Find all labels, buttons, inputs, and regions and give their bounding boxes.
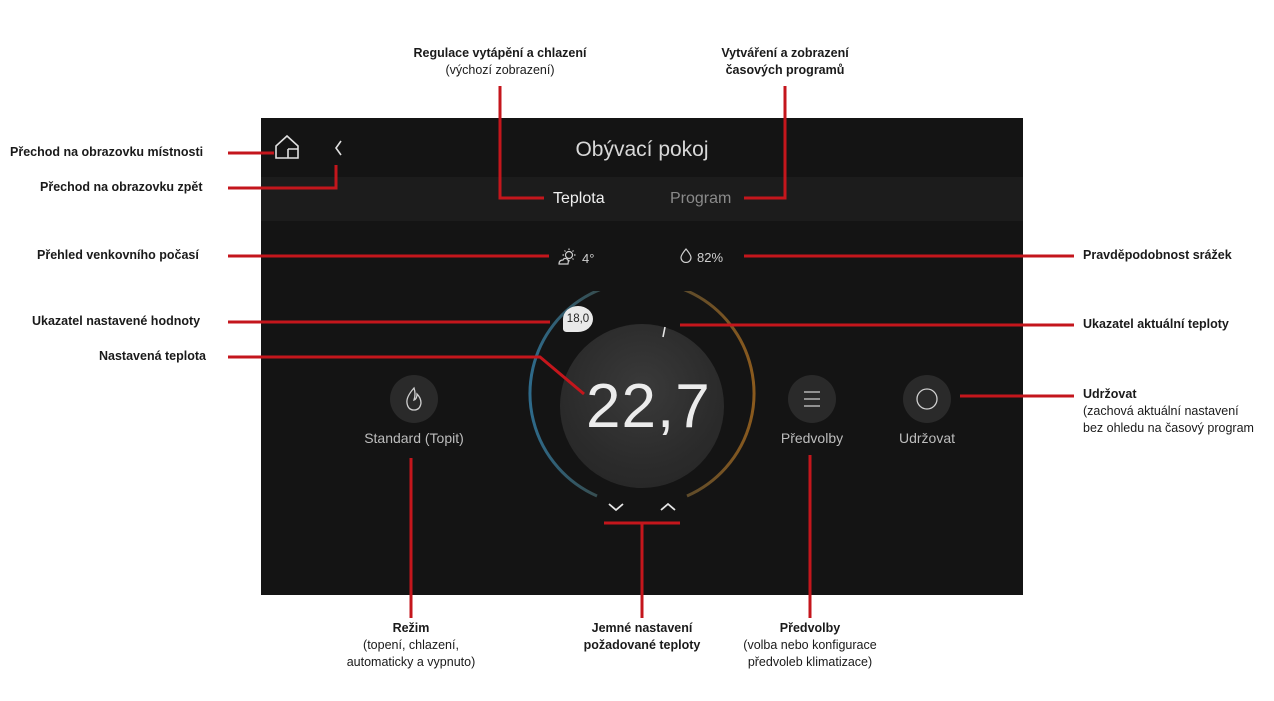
label-programs: Vytváření a zobrazení časových programů	[721, 46, 849, 77]
label-heating-control: Regulace vytápění a chlazení (výchozí zo…	[413, 46, 587, 77]
label-hold: Udržovat (zachová aktuální nastavení bez…	[1083, 387, 1254, 435]
label-set-temperature: Nastavená teplota	[99, 349, 206, 363]
label-setpoint-indicator: Ukazatel nastavené hodnoty	[32, 314, 201, 328]
label-presets: Předvolby (volba nebo konfigurace předvo…	[743, 621, 877, 669]
label-mode: Režim (topení, chlazení, automaticky a v…	[346, 621, 476, 669]
label-fine-adjust: Jemné nastavení požadované teploty	[583, 621, 701, 652]
label-precipitation: Pravděpodobnost srážek	[1083, 248, 1232, 262]
label-current-temp-indicator: Ukazatel aktuální teploty	[1083, 317, 1229, 331]
label-back-screen: Přechod na obrazovku zpět	[40, 180, 203, 194]
label-room-screen: Přechod na obrazovku místnosti	[10, 145, 204, 159]
label-weather: Přehled venkovního počasí	[37, 248, 199, 262]
